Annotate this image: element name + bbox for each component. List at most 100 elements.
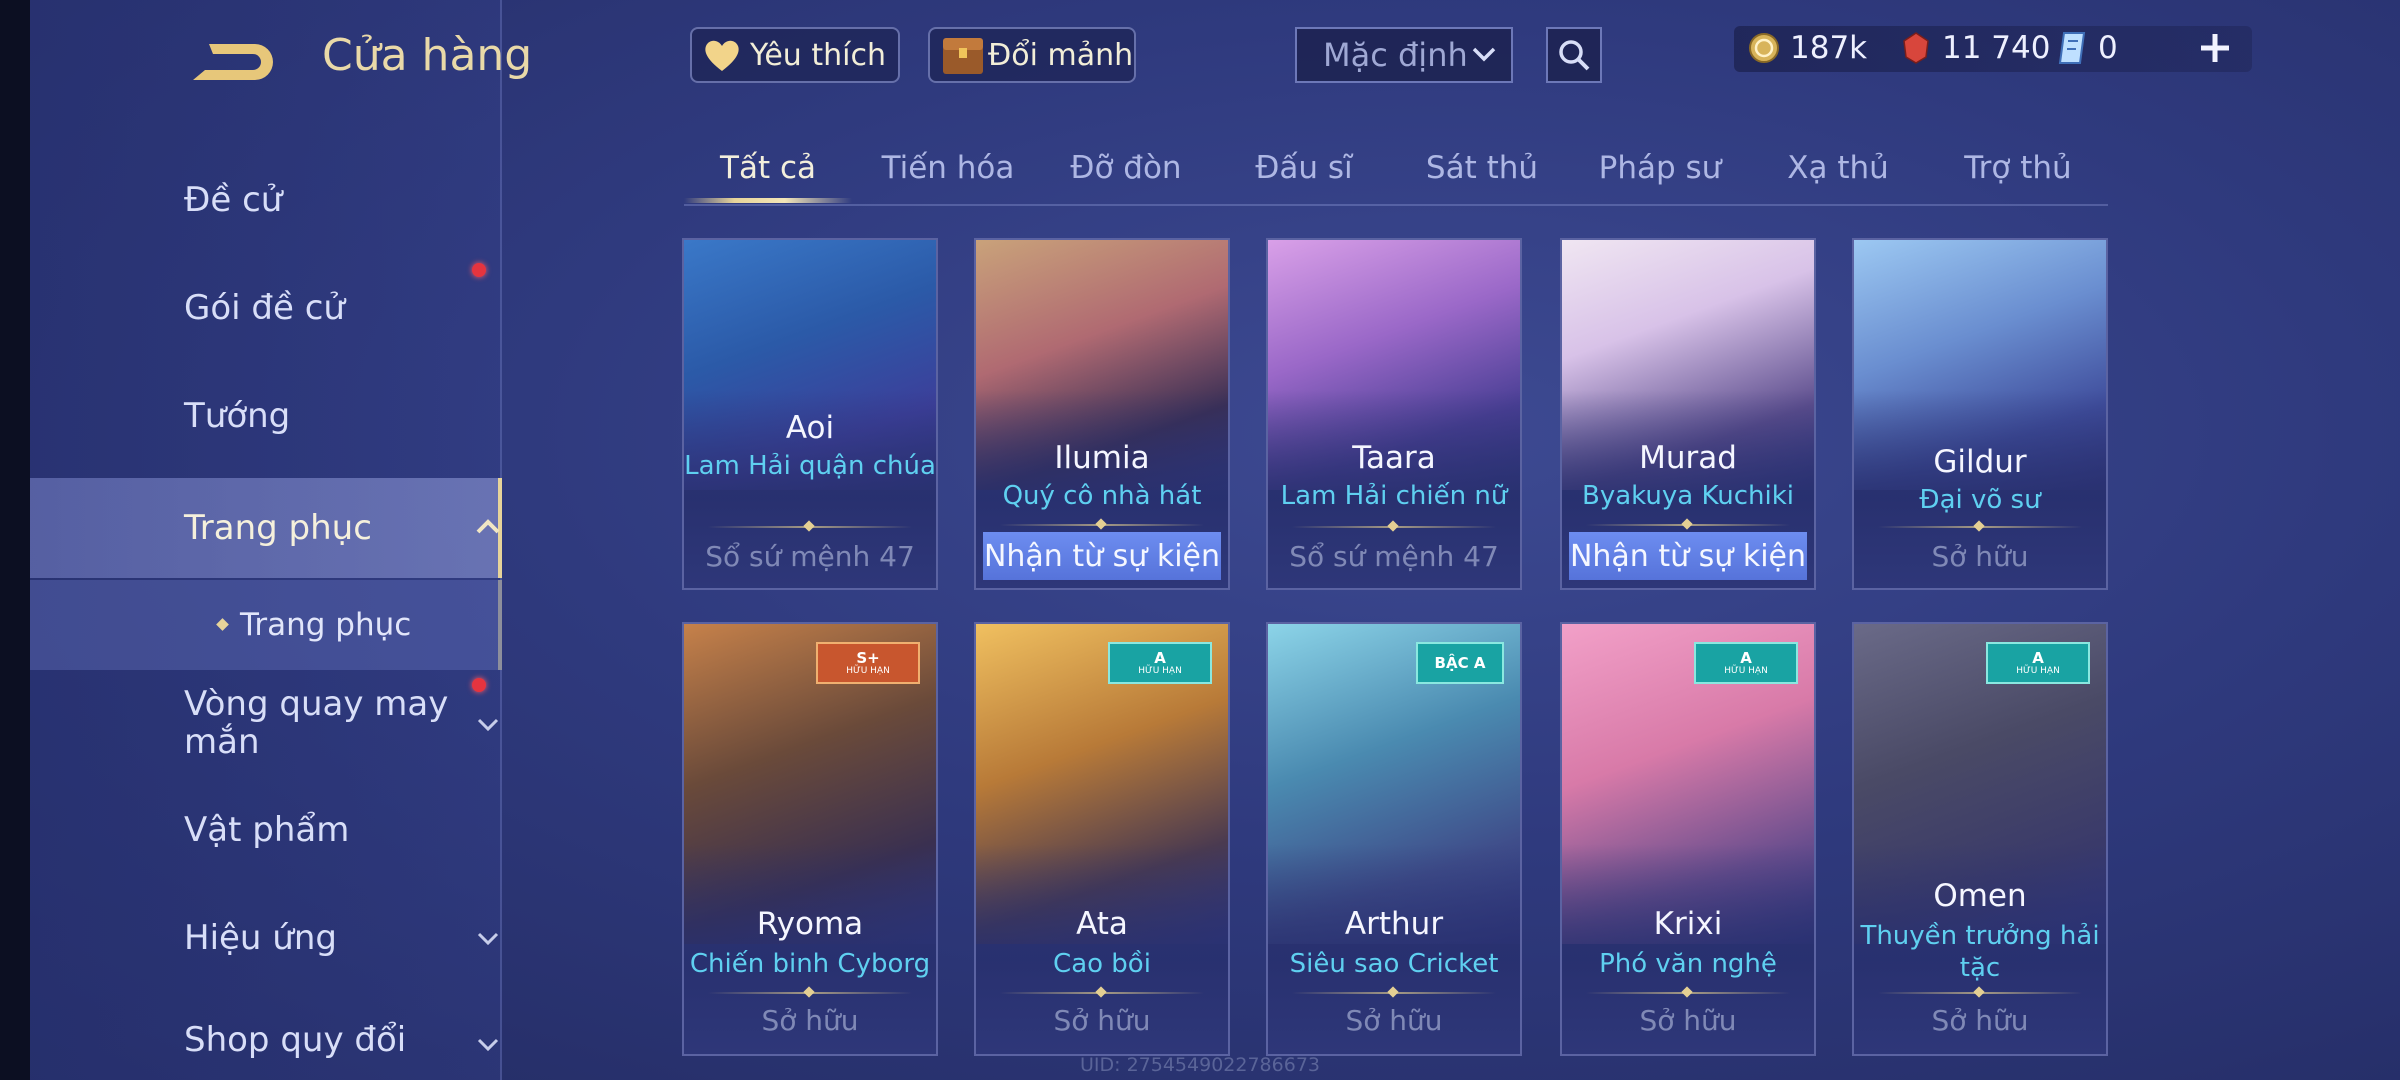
chevron-down-icon [477,718,499,732]
tab-mage[interactable]: Pháp sư [1599,150,1722,186]
skin-name: Lam Hải quận chúa [684,451,936,481]
sidebar-item-recommended[interactable]: Đề cử [30,154,502,246]
sort-dropdown[interactable]: Mặc định [1295,27,1513,83]
exchange-shards-button[interactable]: Đổi mảnh [928,27,1136,83]
skin-name: Phó văn nghệ [1599,949,1777,979]
skin-card[interactable]: A HỮU HẠN Omen Thuyền trưởng hải tặc Sở … [1852,622,2108,1056]
acquire-status: Sổ sứ mệnh 47 [705,540,915,573]
exchange-label: Đổi mảnh [988,37,1134,73]
category-tabs: Tất cả Tiến hóa Đỡ đòn Đấu sĩ Sát thủ Ph… [684,140,2108,206]
tab-support[interactable]: Trợ thủ [1964,150,2071,186]
skin-card[interactable]: Gildur Đại võ sư Sở hữu [1852,238,2108,590]
gold-amount: 187k [1790,30,1868,66]
skin-name: Byakuya Kuchiki [1582,481,1794,511]
sidebar-item-label: Vòng quay may mắn [184,684,449,762]
active-tab-indicator [684,198,852,203]
skin-name: Chiến binh Cyborg [689,949,931,979]
rarity-badge: A HỮU HẠN [1694,642,1798,684]
hero-name: Ilumia [1054,440,1150,476]
search-icon [1559,40,1590,71]
hero-name: Omen [1933,878,2027,914]
sidebar-item-label: Trang phục [184,508,372,548]
skin-name: Quý cô nhà hát [1002,481,1202,511]
hero-name: Ryoma [756,906,864,942]
voucher-gem-icon [1903,32,1929,64]
heart-icon [705,40,739,71]
sort-value: Mặc định [1323,36,1468,74]
hero-name: Arthur [1344,906,1444,942]
skin-name: Thuyền trưởng hải tặc [1860,921,2100,983]
sidebar-item-lucky-wheel[interactable]: Vòng quay may mắn [30,678,502,768]
sidebar-item-effects[interactable]: Hiệu ứng [30,892,502,984]
hero-name: Taara [1352,440,1436,476]
page-title: Cửa hàng [322,30,533,81]
skin-card[interactable]: Ilumia Quý cô nhà hát Nhận từ sự kiện [974,238,1230,590]
tab-marksman[interactable]: Xạ thủ [1787,150,1889,186]
event-source-button[interactable]: Nhận từ sự kiện [983,532,1221,580]
gold-coin-icon [1749,33,1779,63]
event-source-button[interactable]: Nhận từ sự kiện [1569,532,1807,580]
skin-card[interactable]: Taara Lam Hải chiến nữ Sổ sứ mệnh 47 [1266,238,1522,590]
tab-all[interactable]: Tất cả [720,150,816,186]
skin-card[interactable]: Aoi Lam Hải quận chúa Sổ sứ mệnh 47 [682,238,938,590]
sidebar-item-label: Vật phẩm [184,810,350,850]
favorites-button[interactable]: Yêu thích [690,27,900,83]
back-arrow-icon[interactable] [185,38,281,88]
chest-icon [943,38,983,74]
sidebar-subitem-skins[interactable]: Trang phục [30,580,502,670]
chevron-down-icon [477,1038,499,1052]
sidebar-item-label: Gói đề cử [184,288,345,328]
tab-tank[interactable]: Đỡ đòn [1070,150,1181,186]
ticket-icon [2058,32,2086,64]
skin-card[interactable]: Murad Byakuya Kuchiki Nhận từ sự kiện [1560,238,1816,590]
plus-icon[interactable] [2197,30,2233,66]
sidebar-item-label: Tướng [184,396,291,436]
rarity-badge: BẬC A [1416,642,1504,684]
notification-dot [472,678,486,692]
skin-name: Đại võ sư [1919,485,2041,515]
skin-name: Cao bồi [1053,949,1151,979]
hero-name: Gildur [1933,444,2027,480]
acquire-status: Sở hữu [1931,1004,2029,1037]
skin-card[interactable]: BẬC A Arthur Siêu sao Cricket Sở hữu [1266,622,1522,1056]
sidebar-item-skins[interactable]: Trang phục [30,478,502,578]
notification-dot [472,263,486,277]
ticket-currency: 0 [2058,30,2118,66]
skin-name: Lam Hải chiến nữ [1280,481,1508,511]
sidebar-item-bundles[interactable]: Gói đề cử [30,262,502,354]
sidebar-item-label: Hiệu ứng [184,918,337,958]
user-id: UID: 2754549022786673 [1080,1054,1320,1076]
acquire-status: Sở hữu [1639,1004,1737,1037]
rarity-badge: S+ HỮU HẠN [816,642,920,684]
sidebar-item-heroes[interactable]: Tướng [30,370,502,462]
voucher-amount: 11 740 [1942,30,2051,66]
rarity-badge: A HỮU HẠN [1986,642,2090,684]
acquire-status: Sở hữu [1053,1004,1151,1037]
skin-card[interactable]: A HỮU HẠN Ata Cao bồi Sở hữu [974,622,1230,1056]
tab-fighter[interactable]: Đấu sĩ [1255,150,1352,186]
chevron-up-icon [476,519,500,534]
tab-assassin[interactable]: Sát thủ [1426,150,1538,186]
hero-name: Ata [1076,906,1128,942]
favorites-label: Yêu thích [750,37,886,73]
gold-currency: 187k [1748,30,1867,66]
skin-name: Siêu sao Cricket [1289,949,1499,979]
chevron-down-icon [1472,47,1496,62]
hero-name: Murad [1639,440,1737,476]
hero-name: Krixi [1653,906,1723,942]
diamond-bullet-icon [216,618,229,631]
hero-name: Aoi [785,410,835,446]
chevron-down-icon [477,932,499,946]
acquire-status: Sở hữu [1931,540,2029,573]
sidebar-item-exchange-shop[interactable]: Shop quy đổi [30,1000,502,1080]
sidebar-item-label: Đề cử [184,180,283,220]
skin-card[interactable]: A HỮU HẠN Krixi Phó văn nghệ Sở hữu [1560,622,1816,1056]
sidebar-subitem-label: Trang phục [240,607,412,643]
skin-card[interactable]: S+ HỮU HẠN Ryoma Chiến binh Cyborg Sở hữ… [682,622,938,1056]
search-button[interactable] [1546,27,1602,83]
acquire-status: Sở hữu [761,1004,859,1037]
rarity-badge: A HỮU HẠN [1108,642,1212,684]
sidebar-item-items[interactable]: Vật phẩm [30,784,502,876]
tab-evolution[interactable]: Tiến hóa [882,150,1015,186]
left-edge [0,0,30,1080]
